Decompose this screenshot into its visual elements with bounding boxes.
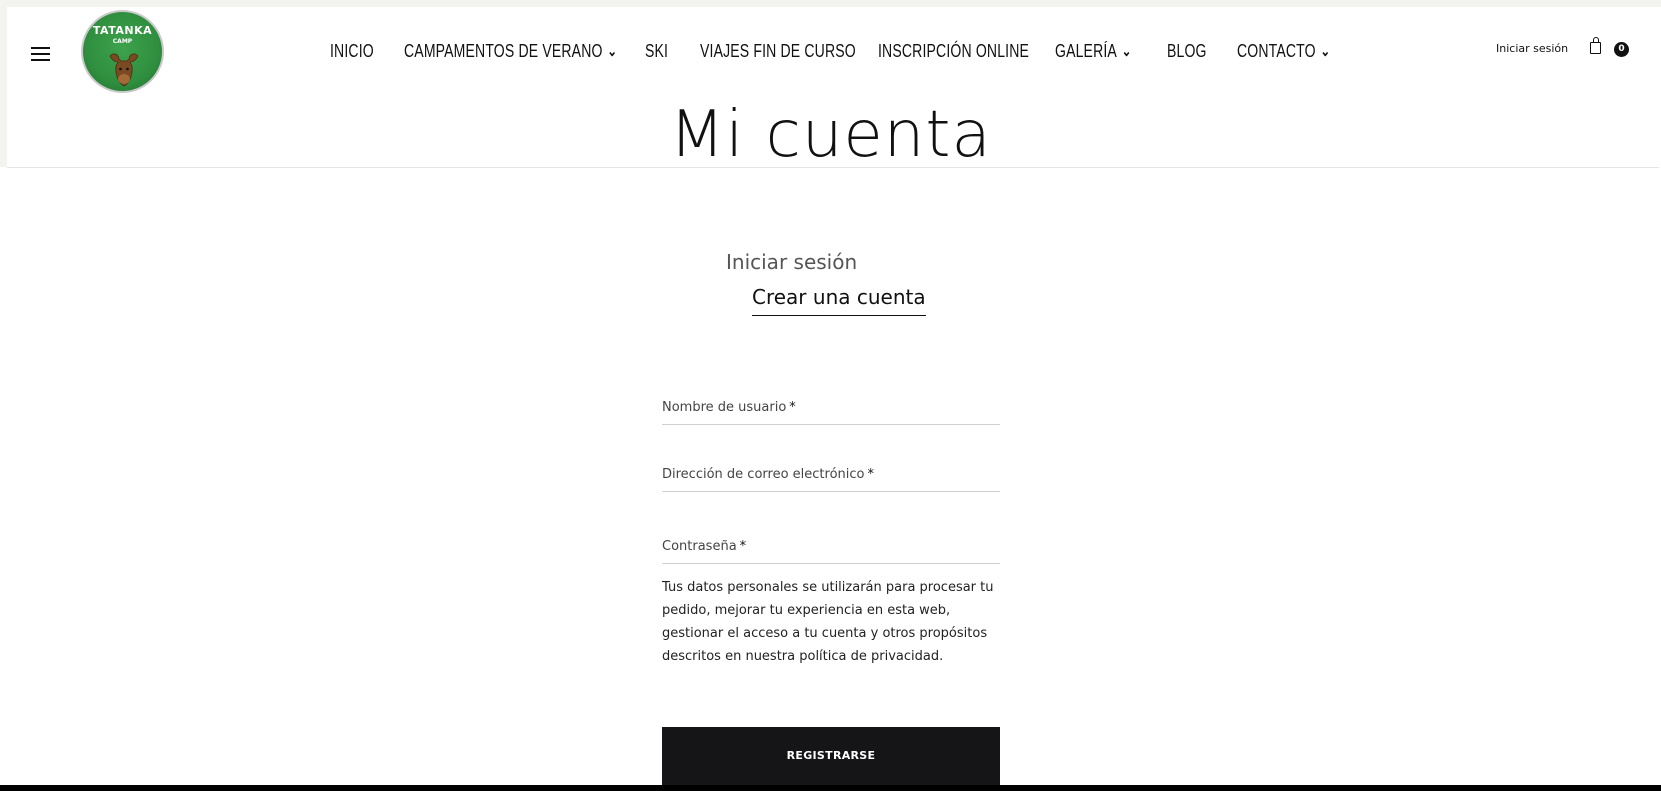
nav-item-contacto[interactable]: CONTACTO ⌄ (1237, 36, 1330, 66)
cart-count-badge: 0 (1614, 42, 1629, 57)
bottom-bar (0, 785, 1661, 791)
nav-label: GALERÍA (1055, 41, 1117, 61)
password-field[interactable]: Contraseña * (662, 533, 1004, 565)
main-navigation: INICIO CAMPAMENTOS DE VERANO ⌄ SKI VIAJES… (0, 36, 1661, 66)
nav-label: INICIO (330, 41, 374, 61)
username-field[interactable]: Nombre de usuario * (662, 394, 1004, 426)
nav-item-campamentos[interactable]: CAMPAMENTOS DE VERANO ⌄ (404, 36, 617, 66)
nav-label: SKI (645, 41, 669, 61)
page: TATANKA CAMP INICIO CAMPAMENTOS DE VERAN… (0, 0, 1661, 791)
nav-item-viajes[interactable]: VIAJES FIN DE CURSO (700, 36, 856, 66)
chevron-down-icon: ⌄ (1320, 43, 1331, 61)
nav-label: BLOG (1167, 41, 1207, 61)
chevron-down-icon: ⌄ (1121, 43, 1132, 61)
nav-item-ski[interactable]: SKI (645, 36, 668, 66)
cart-button[interactable]: 0 (1590, 37, 1630, 60)
nav-item-inicio[interactable]: INICIO (330, 36, 374, 66)
email-field[interactable]: Dirección de correo electrónico * (662, 461, 1004, 493)
tab-login[interactable]: Iniciar sesión (726, 250, 857, 274)
nav-item-galeria[interactable]: GALERÍA ⌄ (1055, 36, 1132, 66)
nav-label: CONTACTO (1237, 41, 1316, 61)
nav-label: CAMPAMENTOS DE VERANO (404, 41, 603, 61)
chevron-down-icon: ⌄ (607, 43, 618, 61)
nav-label: VIAJES FIN DE CURSO (700, 41, 856, 61)
register-button[interactable]: REGISTRARSE (662, 727, 1000, 785)
nav-label: INSCRIPCIÓN ONLINE (878, 41, 1030, 61)
password-input[interactable] (662, 533, 1004, 565)
tab-register[interactable]: Crear una cuenta (752, 285, 926, 316)
privacy-notice: Tus datos personales se utilizarán para … (662, 580, 994, 664)
header-login-link[interactable]: Iniciar sesión (1496, 42, 1568, 55)
username-input[interactable] (662, 394, 1004, 426)
shopping-bag-icon (1590, 37, 1601, 54)
email-input[interactable] (662, 461, 1004, 493)
nav-item-blog[interactable]: BLOG (1167, 36, 1207, 66)
top-strip (0, 0, 1661, 7)
nav-item-inscripcion[interactable]: INSCRIPCIÓN ONLINE (878, 36, 1029, 66)
page-title: Mi cuenta (669, 98, 992, 172)
